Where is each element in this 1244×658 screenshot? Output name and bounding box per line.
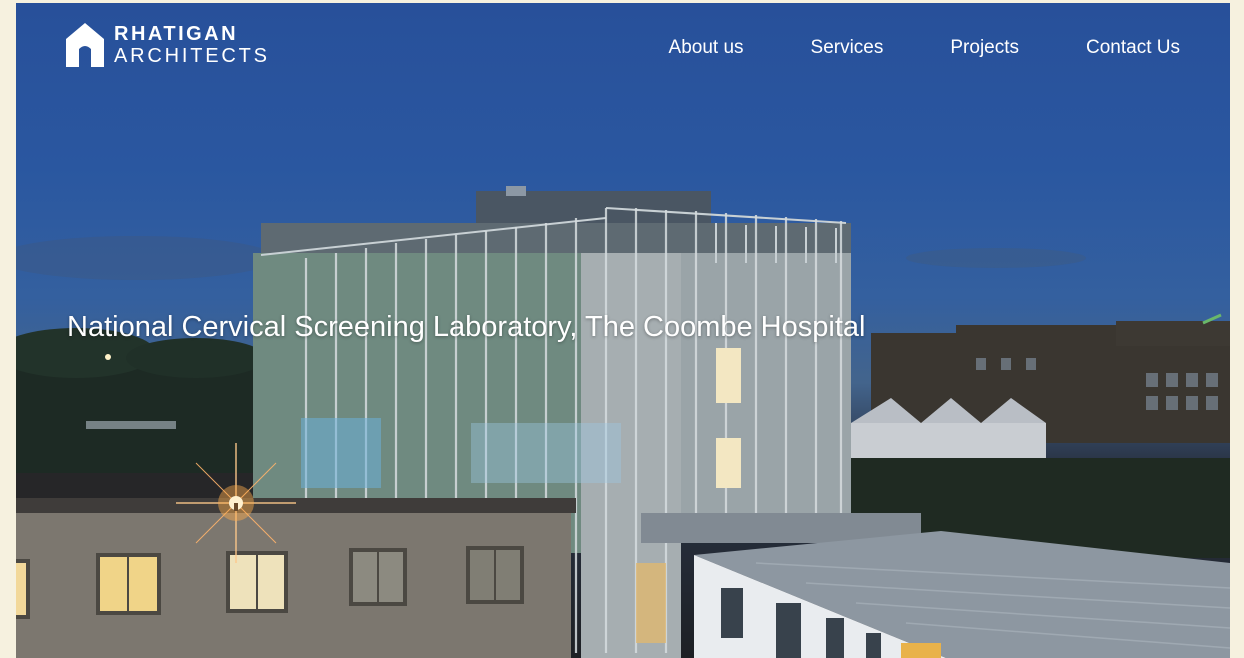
nav-projects[interactable]: Projects (950, 37, 1019, 59)
hero-title: National Cervical Screening Laboratory, … (67, 311, 866, 343)
nav-about-us[interactable]: About us (669, 37, 744, 59)
hero-section: RHATIGAN ARCHITECTS About us Services Pr… (16, 3, 1230, 658)
brand-logo[interactable]: RHATIGAN ARCHITECTS (66, 23, 270, 67)
house-logo-icon (66, 23, 104, 67)
brand-name-line2: ARCHITECTS (114, 45, 270, 67)
brand-name-line1: RHATIGAN (114, 23, 239, 45)
brand-name: RHATIGAN ARCHITECTS (114, 24, 270, 66)
nav-services[interactable]: Services (811, 37, 884, 59)
nav-contact-us[interactable]: Contact Us (1086, 37, 1180, 59)
main-nav: About us Services Projects Contact Us (669, 37, 1180, 59)
